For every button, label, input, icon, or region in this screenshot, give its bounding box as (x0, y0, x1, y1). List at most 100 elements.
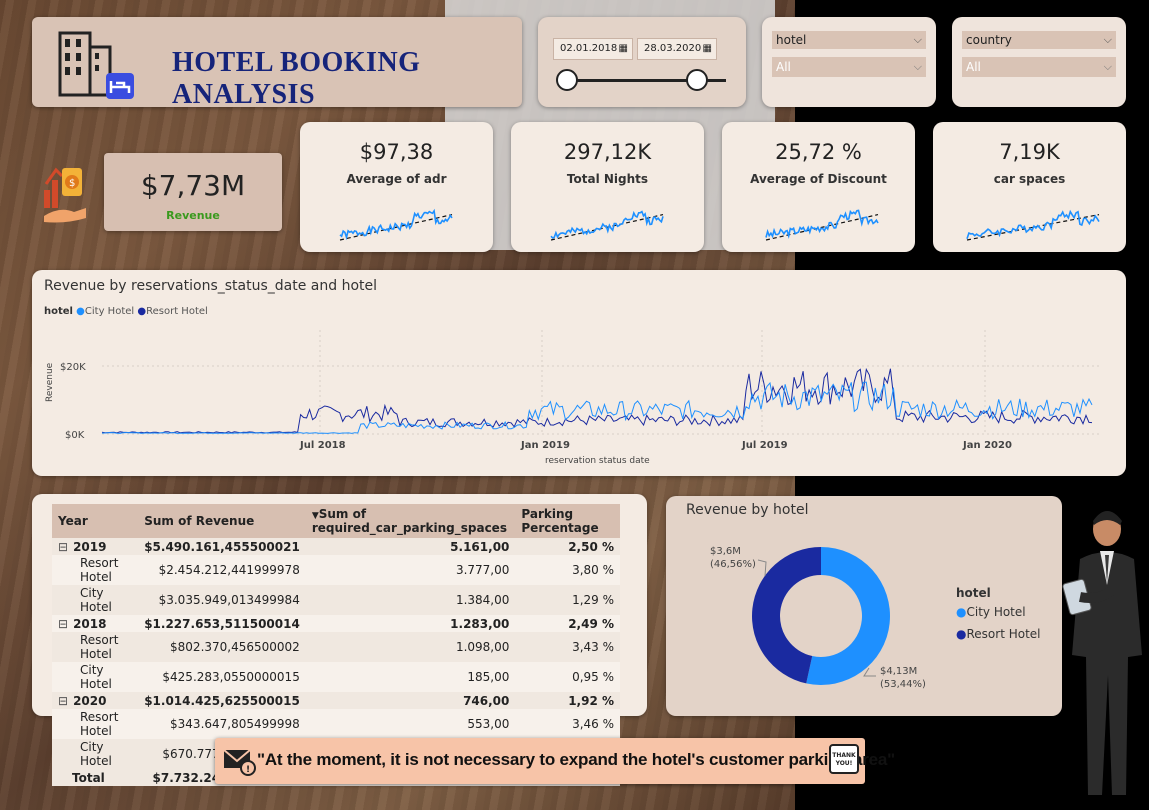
country-slicer-value: All (966, 60, 981, 74)
kpi-value: 25,72 % (775, 140, 862, 164)
sparkline-path (339, 208, 453, 241)
kpi-card-nights: 297,12K Total Nights (511, 122, 704, 252)
revenue-line-chart[interactable]: Revenue by reservations_status_date and … (32, 270, 1126, 476)
country-slicer-header[interactable]: country ⌵ (962, 31, 1116, 49)
row-label-text: 2019 (73, 539, 107, 554)
legend-item-city[interactable]: ●City Hotel (956, 605, 1041, 619)
kpi-sparkline (339, 208, 453, 241)
hotel-building-icon (58, 31, 134, 99)
cell-revenue: $425.283,0550000015 (138, 662, 306, 692)
revenue-kpi-label: Revenue (166, 209, 220, 222)
insight-banner: ! "At the moment, it is not necessary to… (215, 738, 895, 784)
donut-data-label: $4,13M (880, 666, 917, 677)
legend-resort-label: Resort Hotel (966, 627, 1041, 641)
col-header-year[interactable]: Year (52, 504, 139, 538)
hotel-slicer[interactable]: hotel ⌵ All ⌵ (762, 17, 936, 107)
kpi-sparkline (966, 209, 1100, 241)
cell-spaces: 1.384,00 (305, 585, 516, 615)
table-row[interactable]: City Hotel $3.035.949,013499984 1.384,00 1,… (52, 585, 620, 615)
collapse-icon[interactable]: ⊟ (58, 540, 68, 554)
kpi-label: Average of Discount (750, 172, 887, 186)
cell-revenue: $5.490.161,455500021 (138, 538, 306, 555)
row-label-text: City Hotel (80, 663, 112, 691)
kpi-sparkline (550, 210, 664, 241)
row-label: ⊟ 2020 (52, 692, 139, 709)
legend-item-resort[interactable]: ●Resort Hotel (956, 627, 1041, 641)
kpi-card-car-spaces: 7,19K car spaces (933, 122, 1126, 252)
chevron-down-icon: ⌵ (1103, 60, 1112, 73)
donut-slice-resort[interactable] (752, 547, 821, 684)
revenue-matrix-table[interactable]: Year Sum of Revenue ▼Sum of required_car… (32, 494, 647, 786)
table-row[interactable]: Resort Hotel $2.454.212,441999978 3.777,00… (52, 555, 620, 585)
donut-pct-label: (46,56%) (710, 559, 756, 570)
legend-city: City Hotel (84, 306, 135, 317)
series-line-city (101, 381, 1093, 434)
line-chart-legend: hotel ●City Hotel ●Resort Hotel (44, 306, 208, 317)
total-label: Total (52, 769, 139, 786)
end-date-field[interactable]: 28.03.2020 ▦ (638, 39, 716, 59)
donut-data-label: $3,6M (710, 546, 741, 557)
row-label-text: 2018 (73, 616, 107, 631)
table-row[interactable]: City Hotel $425.283,0550000015 185,00 0,95 … (52, 662, 620, 692)
cell-pct: 3,46 % (515, 709, 620, 739)
table-row-year[interactable]: ⊟ 2019 $5.490.161,455500021 5.161,00 2,50 % (52, 538, 620, 555)
row-label-text: Resort Hotel (80, 710, 119, 738)
legend-title: hotel (44, 306, 73, 317)
cell-pct: 0,95 % (515, 662, 620, 692)
hotel-slicer-header[interactable]: hotel ⌵ (772, 31, 926, 49)
x-tick: Jul 2019 (741, 440, 788, 451)
kpi-value: 7,19K (999, 140, 1060, 164)
revenue-icon: $ (44, 167, 86, 223)
slider-handle-end[interactable] (686, 69, 708, 91)
country-slicer-field: country (966, 33, 1012, 47)
collapse-icon[interactable]: ⊟ (58, 617, 68, 631)
y-tick: $20K (60, 362, 86, 373)
businessman-figure (1062, 511, 1142, 795)
row-label-text: Resort Hotel (80, 556, 119, 584)
collapse-icon[interactable]: ⊟ (58, 694, 68, 708)
row-label-text: Resort Hotel (80, 633, 119, 661)
kpi-value: 297,12K (563, 140, 652, 164)
table-header-row: Year Sum of Revenue ▼Sum of required_car… (52, 504, 620, 538)
legend-dot-resort: ● (956, 627, 967, 641)
row-label-text: City Hotel (80, 740, 112, 768)
kpi-label: Total Nights (566, 172, 649, 186)
revenue-kpi-card: $7,73M Revenue (104, 153, 282, 231)
donut-pct-label: (53,44%) (880, 679, 926, 690)
row-label: City Hotel (52, 739, 139, 769)
legend-dot-city: ● (956, 605, 967, 619)
y-axis-label: Revenue (45, 362, 55, 402)
y-tick: $0K (65, 430, 85, 441)
row-label: Resort Hotel (52, 709, 139, 739)
table-row-year[interactable]: ⊟ 2020 $1.014.425,625500015 746,00 1,92 % (52, 692, 620, 709)
country-slicer[interactable]: country ⌵ All ⌵ (952, 17, 1126, 107)
revenue-by-hotel-donut[interactable]: Revenue by hotel $4,13M (53,44%) $3,6M (46,… (666, 496, 1062, 716)
start-date-field[interactable]: 02.01.2018 ▦ (554, 39, 632, 59)
svg-text:!: ! (246, 765, 250, 775)
donut-legend: hotel ●City Hotel ●Resort Hotel (956, 586, 1041, 641)
cell-spaces: 1.283,00 (305, 615, 516, 632)
cell-spaces: 553,00 (305, 709, 516, 739)
cell-revenue: $2.454.212,441999978 (138, 555, 306, 585)
line-chart-plot: $20K $0K Jul 2018 Jan 2019 Jul 2019 Jan … (45, 330, 1102, 466)
col-header-pct[interactable]: Parking Percentage (515, 504, 620, 538)
country-slicer-dropdown[interactable]: All ⌵ (962, 57, 1116, 77)
row-label: Resort Hotel (52, 555, 139, 585)
chevron-down-icon: ⌵ (1103, 33, 1112, 46)
date-range-slicer[interactable]: 02.01.2018 ▦ 28.03.2020 ▦ (538, 17, 746, 107)
col-header-revenue[interactable]: Sum of Revenue (138, 504, 306, 538)
slider-handle-start[interactable] (556, 69, 578, 91)
hotel-slicer-dropdown[interactable]: All ⌵ (772, 57, 926, 77)
cell-spaces: 1.098,00 (305, 632, 516, 662)
table-row[interactable]: Resort Hotel $343.647,805499998 553,00 3,46… (52, 709, 620, 739)
x-axis-label: reservation status date (545, 456, 650, 466)
donut-leader-line (863, 667, 876, 677)
row-label: ⊟ 2018 (52, 615, 139, 632)
table-row[interactable]: Resort Hotel $802.370,456500002 1.098,00 3,… (52, 632, 620, 662)
cell-pct: 3,80 % (515, 555, 620, 585)
table-row-year[interactable]: ⊟ 2018 $1.227.653,511500014 1.283,00 2,49 % (52, 615, 620, 632)
x-tick: Jul 2018 (299, 440, 346, 451)
page-title: HOTEL BOOKING ANALYSIS (172, 47, 421, 110)
col-header-spaces[interactable]: ▼Sum of required_car_parking_spaces (305, 504, 516, 538)
x-tick: Jan 2019 (520, 440, 570, 451)
